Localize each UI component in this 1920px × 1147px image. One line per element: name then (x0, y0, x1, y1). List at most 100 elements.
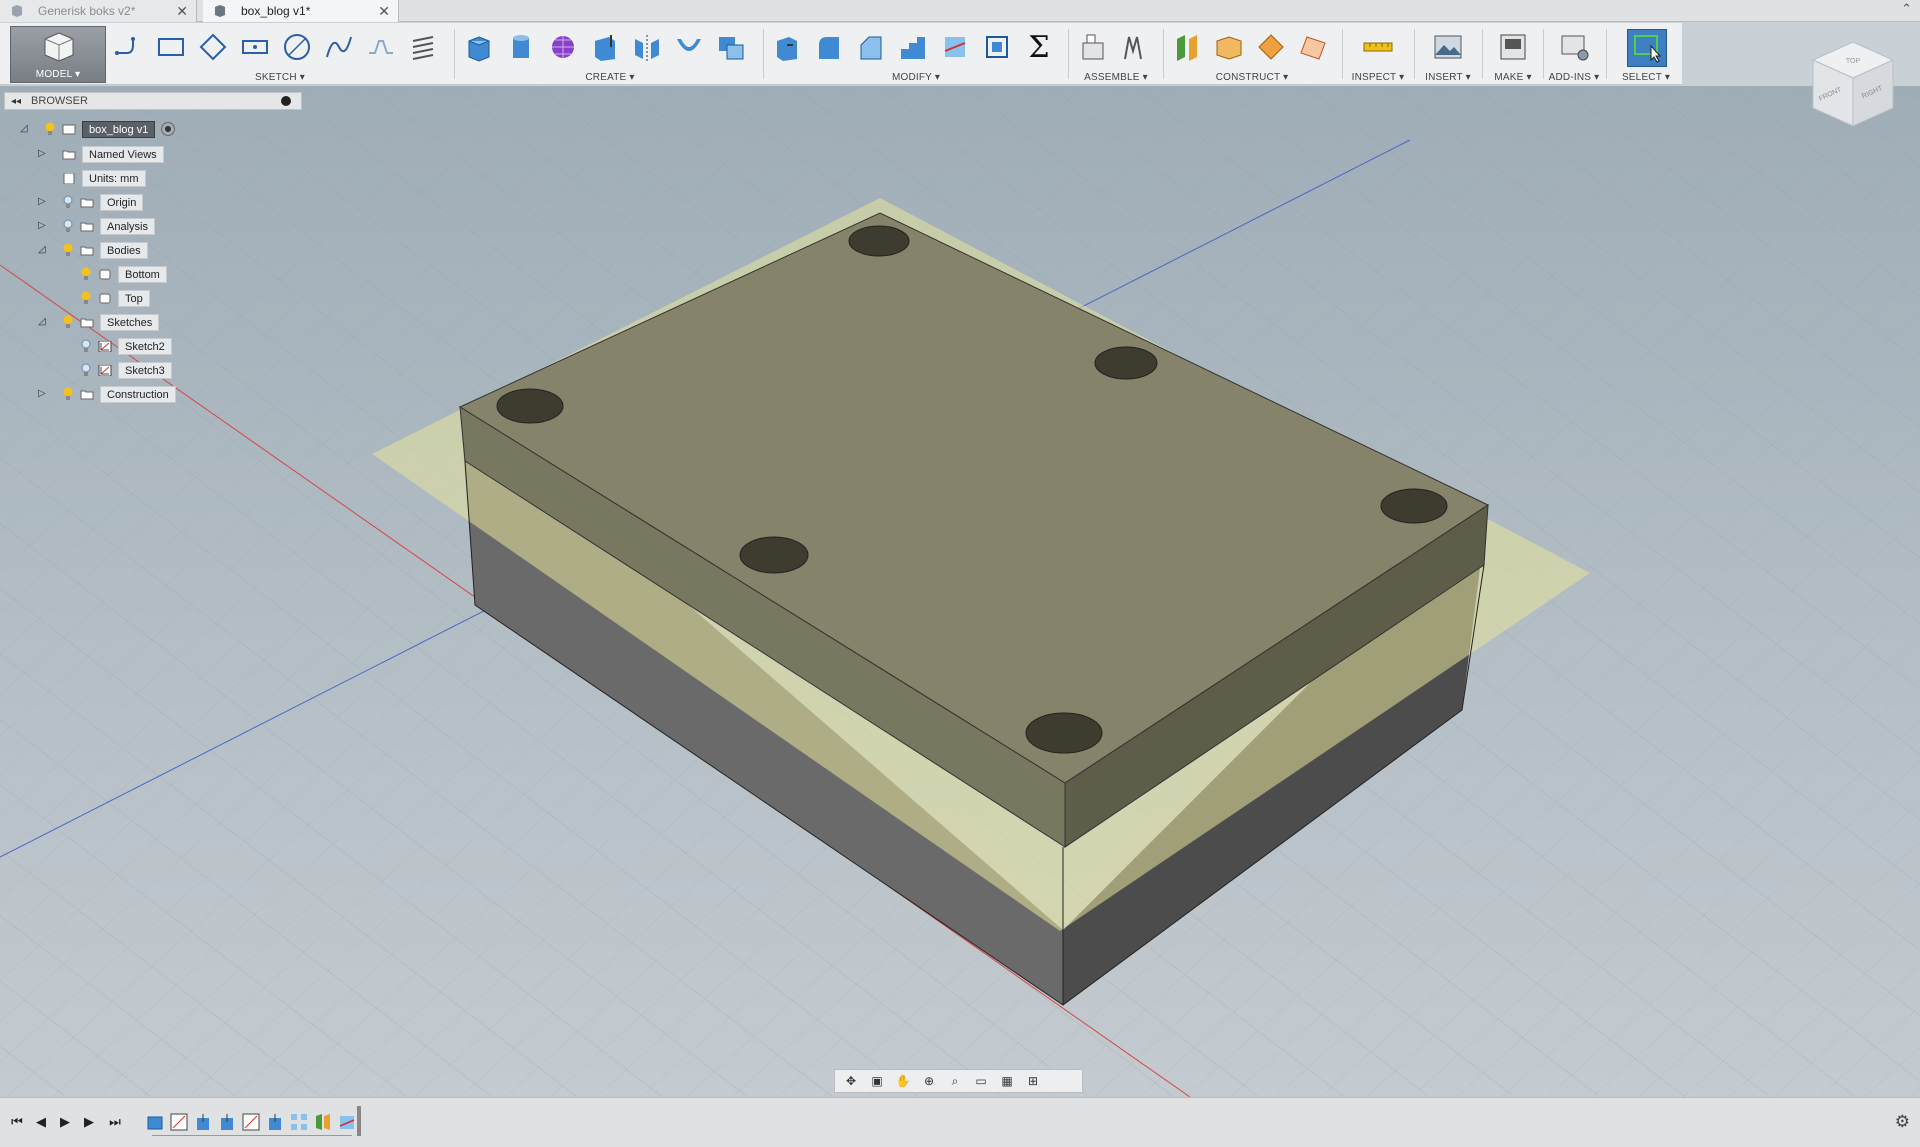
create-menu-label[interactable]: CREATE ▾ (462, 72, 758, 83)
browser-header[interactable]: ◂◂ BROWSER (4, 92, 302, 110)
select-button[interactable] (1627, 29, 1667, 67)
3d-print-button[interactable] (1496, 30, 1530, 64)
slot-button[interactable] (238, 30, 272, 64)
addins-menu-label[interactable]: ADD-INS ▾ (1546, 72, 1602, 83)
create-sketch-button[interactable] (112, 30, 146, 64)
spline-button[interactable] (322, 30, 356, 64)
tree-item-construction[interactable]: ▷ Construction (38, 385, 176, 403)
go-to-end-icon[interactable]: ⏭ (106, 1113, 124, 1131)
orbit-icon[interactable]: ✥ (841, 1072, 861, 1090)
step-forward-icon[interactable]: ▶ (80, 1113, 98, 1131)
chevron-up-icon[interactable]: ⌃ (1901, 1, 1912, 17)
modify-menu-label[interactable]: MODIFY ▾ (770, 72, 1062, 83)
tree-item-body-bottom[interactable]: Bottom (56, 265, 167, 283)
lightbulb-icon[interactable] (62, 315, 74, 329)
lightbulb-off-icon[interactable] (80, 363, 92, 377)
gear-icon[interactable]: ⚙ (1895, 1112, 1910, 1132)
lightbulb-off-icon[interactable] (62, 195, 74, 209)
pin-icon[interactable] (281, 96, 291, 106)
timeline-pattern-icon[interactable] (289, 1112, 309, 1132)
inspect-menu-label[interactable]: INSPECT ▾ (1346, 72, 1410, 83)
compute-button[interactable]: Σ (1022, 30, 1056, 65)
circle-button[interactable] (280, 30, 314, 64)
timeline-extrude-icon[interactable] (217, 1112, 237, 1132)
display-settings-icon[interactable]: ▭ (971, 1072, 991, 1090)
tab-box-blog[interactable]: box_blog v1* ✕ (203, 0, 399, 22)
tree-item-analysis[interactable]: ▷ Analysis (38, 217, 155, 235)
timeline-sketch-icon[interactable] (169, 1112, 189, 1132)
view-cube[interactable]: TOP FRONT RIGHT (1805, 38, 1900, 133)
workspace-switcher-button[interactable]: MODEL ▾ (10, 26, 106, 83)
lightbulb-off-icon[interactable] (80, 339, 92, 353)
lightbulb-icon[interactable] (80, 267, 92, 281)
tree-item-sketches[interactable]: ◿ Sketches (38, 313, 160, 331)
timeline-marker[interactable] (357, 1106, 361, 1136)
play-icon[interactable]: ▶ (56, 1113, 74, 1131)
model-canvas[interactable] (0, 86, 1920, 1097)
shell-modify-button[interactable] (896, 30, 930, 64)
sphere-button[interactable] (546, 30, 580, 64)
tree-item-units[interactable]: Units: mm (38, 169, 146, 187)
tree-item-sketch3[interactable]: Sketch3 (56, 361, 172, 379)
timeline-extrude-icon[interactable] (265, 1112, 285, 1132)
lightbulb-icon[interactable] (62, 387, 74, 401)
assemble-menu-label[interactable]: ASSEMBLE ▾ (1074, 72, 1158, 83)
view-cube-graphic[interactable]: TOP FRONT RIGHT (1805, 38, 1900, 133)
lightbulb-icon[interactable] (62, 243, 74, 257)
shell-button[interactable] (672, 30, 706, 64)
plane-at-angle-button[interactable] (1212, 30, 1246, 64)
make-menu-label[interactable]: MAKE ▾ (1486, 72, 1540, 83)
insert-menu-label[interactable]: INSERT ▾ (1418, 72, 1478, 83)
zoom-icon[interactable]: ⊕ (919, 1072, 939, 1090)
expanded-triangle-icon[interactable]: ◿ (38, 244, 50, 256)
mirror-button[interactable] (630, 30, 664, 64)
scale-button[interactable] (980, 30, 1014, 64)
close-icon[interactable]: ✕ (176, 3, 188, 20)
viewports-icon[interactable]: ⊞ (1023, 1072, 1043, 1090)
project-button[interactable] (406, 30, 440, 64)
timeline-split-icon[interactable] (313, 1112, 333, 1132)
tree-root[interactable]: ◿ box_blog v1 (20, 120, 176, 138)
lightbulb-icon[interactable] (80, 291, 92, 305)
polygon-button[interactable] (196, 30, 230, 64)
collapsed-triangle-icon[interactable]: ▷ (38, 220, 50, 232)
select-menu-label[interactable]: SELECT ▾ (1610, 72, 1682, 83)
revolve-button[interactable] (504, 30, 538, 64)
fillet-button[interactable] (812, 30, 846, 64)
close-icon[interactable]: ✕ (378, 3, 390, 20)
collapse-icon[interactable]: ◂◂ (11, 96, 21, 107)
expanded-triangle-icon[interactable]: ◿ (20, 123, 32, 135)
rectangle-button[interactable] (154, 30, 188, 64)
go-to-start-icon[interactable]: ⏮ (8, 1113, 26, 1131)
joint-button[interactable] (1116, 30, 1150, 64)
insert-canvas-button[interactable] (1431, 30, 1465, 64)
tree-item-body-top[interactable]: Top (56, 289, 150, 307)
step-back-icon[interactable]: ◀ (32, 1113, 50, 1131)
press-pull-button[interactable] (770, 30, 804, 64)
hole-button[interactable] (588, 30, 622, 64)
new-component-button[interactable] (1076, 30, 1110, 64)
lightbulb-icon[interactable] (44, 122, 56, 136)
extrude-button[interactable] (462, 30, 496, 64)
tree-item-bodies[interactable]: ◿ Bodies (38, 241, 148, 259)
sketch-menu-label[interactable]: SKETCH ▾ (112, 72, 448, 83)
chamfer-button[interactable] (854, 30, 888, 64)
pan-hand-icon[interactable]: ✋ (893, 1072, 913, 1090)
construct-menu-label[interactable]: CONSTRUCT ▾ (1168, 72, 1336, 83)
lightbulb-off-icon[interactable] (62, 219, 74, 233)
tab-generisk-boks[interactable]: Generisk boks v2* ✕ (0, 0, 197, 22)
axis-button[interactable] (1296, 30, 1330, 64)
measure-button[interactable] (1361, 30, 1395, 64)
3d-viewport[interactable] (0, 86, 1920, 1097)
collapsed-triangle-icon[interactable]: ▷ (38, 388, 50, 400)
timeline-body-icon[interactable] (145, 1112, 165, 1132)
offset-button[interactable] (364, 30, 398, 64)
collapsed-triangle-icon[interactable]: ▷ (38, 148, 50, 160)
grid-settings-icon[interactable]: ▦ (997, 1072, 1017, 1090)
combine-button[interactable] (714, 30, 748, 64)
expanded-triangle-icon[interactable]: ◿ (38, 316, 50, 328)
timeline-sketch-icon[interactable] (241, 1112, 261, 1132)
fit-icon[interactable]: ⌕ (945, 1072, 965, 1090)
midplane-button[interactable] (1254, 30, 1288, 64)
tree-item-named-views[interactable]: ▷ Named Views (38, 145, 164, 163)
